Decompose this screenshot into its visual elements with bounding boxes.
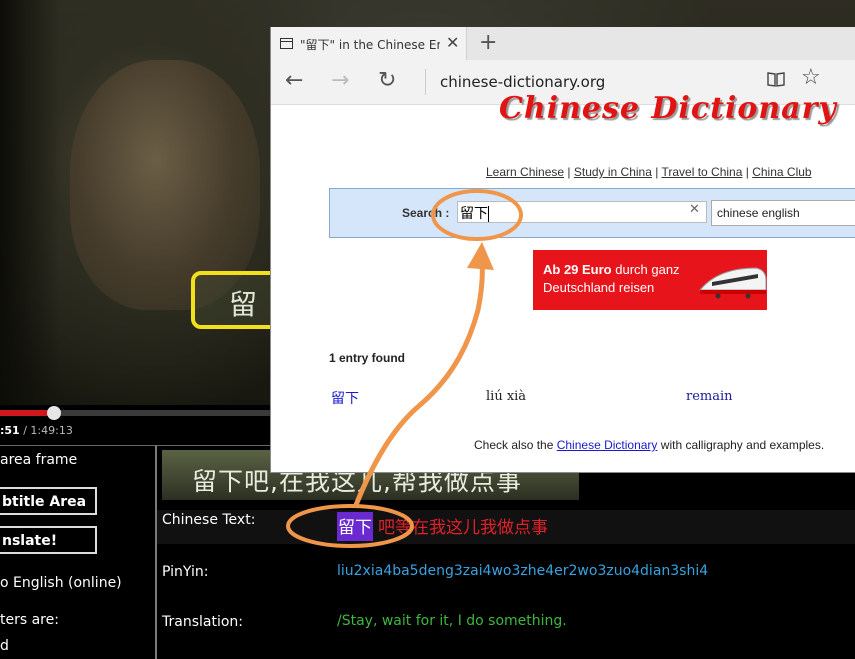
time-separator: / [19,424,31,437]
ad-line-2: Deutschland reisen [543,280,655,295]
ad-line-1: Ab 29 Euro durch ganz [543,262,680,277]
nav-sep: | [742,165,753,179]
refresh-icon[interactable]: ↻ [378,68,396,93]
search-input-value: 留下 [460,206,488,222]
to-english-option[interactable]: o English (online) [0,575,122,591]
subtitle-area-button[interactable]: btitle Area [0,487,97,515]
advertisement-banner[interactable]: Ab 29 Euro durch ganz Deutschland reisen [533,250,767,310]
pinyin-value: liu2xia4ba5deng3zai4wo3zhe4er2wo3zuo4dia… [337,563,709,579]
video-shade [0,0,60,405]
result-meaning-link[interactable]: remain [686,389,733,404]
result-chinese-link[interactable]: 留下 [331,388,359,408]
video-subtitle-highlight: 留 [191,271,281,329]
characters-value: d [0,638,9,654]
browser-window: "留下" in the Chinese Engl ✕ + ← → ↻ chine… [270,27,855,473]
site-nav-links: Learn Chinese | Study in China | Travel … [486,165,812,179]
reading-view-icon[interactable] [767,71,785,87]
link-china-club[interactable]: China Club [752,165,811,179]
back-arrow-icon[interactable]: ← [285,68,303,93]
tab-bar: "留下" in the Chinese Engl ✕ + [271,27,855,60]
footer-suffix: with calligraphy and examples. [657,438,825,452]
footer-dictionary-link[interactable]: Chinese Dictionary [557,438,658,452]
ad-price: Ab 29 Euro [543,262,612,277]
tab-title: "留下" in the Chinese Engl [300,38,440,52]
search-input[interactable]: 留下 [457,201,707,223]
link-study-in-china[interactable]: Study in China [574,165,652,179]
clear-search-icon[interactable]: ✕ [689,202,700,217]
browser-tab[interactable]: "留下" in the Chinese Engl ✕ [271,27,467,60]
site-logo[interactable]: Chinese Dictionary [499,91,837,126]
new-tab-icon[interactable]: + [479,30,497,55]
pinyin-label: PinYin: [162,564,209,580]
train-image [698,267,767,299]
translation-value: /Stay, wait for it, I do something. [337,613,567,629]
video-progress-fill [0,410,54,416]
chinese-text-selection[interactable]: 留下 [337,512,373,541]
translate-button[interactable]: nslate! [0,526,97,554]
video-scrubber-handle[interactable] [47,406,61,420]
entries-count: 1 entry found [329,351,406,365]
footer-prefix: Check also the [474,438,557,452]
link-learn-chinese[interactable]: Learn Chinese [486,165,564,179]
language-select[interactable]: chinese english [711,200,855,226]
link-travel-to-china[interactable]: Travel to China [661,165,742,179]
time-current: :51 [0,424,20,437]
forward-arrow-icon[interactable]: → [331,68,349,93]
video-subtitle-text: 留 [229,288,258,321]
text-caret [488,206,489,222]
search-panel: Search : 留下 ✕ chinese english [329,188,855,238]
chinese-text-label: Chinese Text: [162,512,256,528]
characters-label: ters are: [0,612,59,628]
page-content: Chinese Dictionary Learn Chinese | Study… [271,91,855,472]
close-icon[interactable]: ✕ [446,33,459,52]
translation-label: Translation: [162,614,243,630]
result-pinyin: liú xià [486,389,527,404]
panel-divider [155,445,157,659]
footer-note: Check also the Chinese Dictionary with c… [474,438,824,452]
search-label: Search : [402,206,450,220]
chinese-text-value[interactable]: 吧等在我这儿我做点事 [378,513,548,538]
time-total: 1:49:13 [30,424,73,437]
ad-line-1-rest: durch ganz [611,262,680,277]
tab-page-icon [280,38,293,49]
nav-sep: | [564,165,574,179]
area-frame-label: area frame [0,452,78,468]
favorite-star-icon[interactable]: ☆ [801,65,821,90]
video-time: :51 / 1:49:13 [0,424,73,437]
